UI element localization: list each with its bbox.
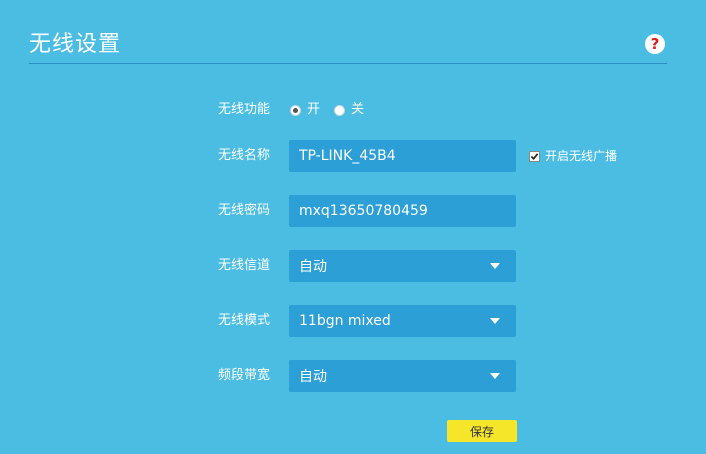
mode-label: 无线模式 [218, 313, 271, 328]
chevron-down-icon [490, 263, 500, 269]
checkmark-icon [530, 152, 539, 160]
mode-select[interactable]: 11bgn mixed [289, 305, 516, 337]
channel-select[interactable]: 自动 [289, 250, 516, 282]
save-button[interactable]: 保存 [447, 420, 517, 442]
page-title: 无线设置 [29, 32, 122, 57]
broadcast-checkbox[interactable] [529, 150, 540, 162]
radio-off[interactable] [334, 104, 345, 116]
wireless-function-label: 无线功能 [218, 102, 271, 117]
broadcast-option[interactable]: 开启无线广播 [529, 149, 617, 163]
channel-value: 自动 [299, 259, 327, 275]
radio-off-option[interactable]: 关 [334, 102, 364, 118]
broadcast-label[interactable]: 开启无线广播 [545, 149, 617, 163]
radio-off-label[interactable]: 关 [351, 102, 364, 118]
bandwidth-label: 频段带宽 [218, 368, 271, 383]
bandwidth-select[interactable]: 自动 [289, 360, 516, 392]
radio-on[interactable] [290, 104, 301, 116]
radio-on-option[interactable]: 开 [290, 102, 320, 118]
chevron-down-icon [490, 373, 500, 379]
bandwidth-value: 自动 [299, 369, 327, 385]
password-input[interactable]: mxq13650780459 [289, 195, 516, 227]
help-question-icon[interactable]: ? [645, 34, 665, 54]
mode-value: 11bgn mixed [299, 313, 391, 329]
radio-on-label[interactable]: 开 [307, 102, 320, 118]
password-label: 无线密码 [218, 203, 271, 218]
header-divider [29, 63, 667, 64]
channel-label: 无线信道 [218, 258, 271, 273]
ssid-input[interactable]: TP-LINK_45B4 [289, 140, 516, 172]
chevron-down-icon [490, 318, 500, 324]
ssid-label: 无线名称 [218, 148, 271, 163]
